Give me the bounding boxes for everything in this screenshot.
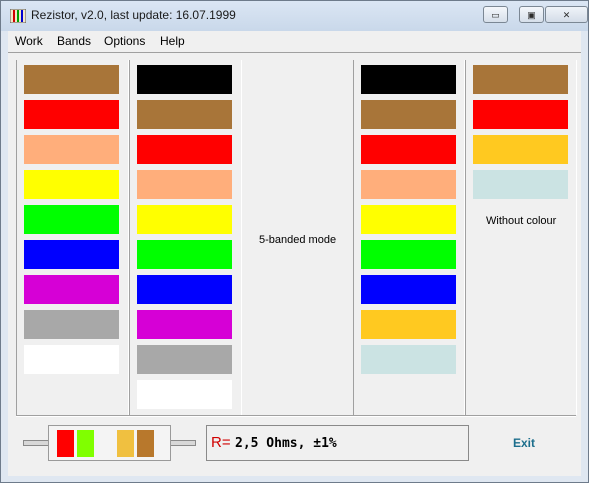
band1-colour-swatch[interactable] <box>24 170 119 199</box>
title-bar[interactable]: Rezistor, v2.0, last update: 16.07.1999 … <box>1 1 588 31</box>
resistor-lead-right <box>169 440 196 446</box>
resistor-band <box>137 430 154 457</box>
tolerance-colour-swatch[interactable] <box>473 65 568 94</box>
maximize-button[interactable]: ▣ <box>519 6 544 23</box>
exit-button[interactable]: Exit <box>513 436 535 450</box>
result-prefix: R= <box>211 434 231 451</box>
resistor-band <box>97 430 114 457</box>
multiplier-colour-swatch[interactable] <box>361 100 456 129</box>
resistor-band <box>77 430 94 457</box>
multiplier-colour-swatch[interactable] <box>361 170 456 199</box>
resistor-band <box>57 430 74 457</box>
tolerance-colour-swatch[interactable] <box>473 170 568 199</box>
band2-colour-swatch[interactable] <box>137 345 232 374</box>
band1-colour-swatch[interactable] <box>24 100 119 129</box>
close-button[interactable]: ✕ <box>545 6 588 23</box>
band2-colour-swatch[interactable] <box>137 240 232 269</box>
minimize-icon: ▭ <box>491 10 500 20</box>
multiplier-colour-swatch[interactable] <box>361 205 456 234</box>
menu-help[interactable]: Help <box>160 34 185 48</box>
band1-colour-swatch[interactable] <box>24 135 119 164</box>
window-title: Rezistor, v2.0, last update: 16.07.1999 <box>31 8 236 22</box>
multiplier-colour-swatch[interactable] <box>361 240 456 269</box>
band1-colour-swatch[interactable] <box>24 240 119 269</box>
multiplier-colour-swatch[interactable] <box>361 135 456 164</box>
band2-colour-swatch[interactable] <box>137 65 232 94</box>
band1-panel <box>16 60 129 415</box>
resistor-lead-left <box>23 440 50 446</box>
maximize-icon: ▣ <box>527 10 536 20</box>
menu-work[interactable]: Work <box>15 34 43 48</box>
band1-colour-swatch[interactable] <box>24 275 119 304</box>
band1-colour-swatch[interactable] <box>24 345 119 374</box>
band2-colour-swatch[interactable] <box>137 170 232 199</box>
menu-options[interactable]: Options <box>104 34 145 48</box>
app-window: Rezistor, v2.0, last update: 16.07.1999 … <box>0 0 589 483</box>
result-display: R= 2,5 Ohms, ±1% <box>206 425 469 461</box>
tolerance-colour-swatch[interactable] <box>473 100 568 129</box>
band1-colour-swatch[interactable] <box>24 65 119 94</box>
minimize-button[interactable]: ▭ <box>483 6 508 23</box>
band2-panel <box>129 60 242 415</box>
close-icon: ✕ <box>562 10 571 20</box>
resistor-app-icon <box>10 9 26 23</box>
separator <box>16 415 576 417</box>
tolerance-colour-swatch[interactable] <box>473 135 568 164</box>
result-value: 2,5 Ohms, ±1% <box>235 436 337 451</box>
multiplier-colour-swatch[interactable] <box>361 310 456 339</box>
mode-label: 5-banded mode <box>259 234 337 246</box>
band1-colour-swatch[interactable] <box>24 310 119 339</box>
multiplier-colour-swatch[interactable] <box>361 345 456 374</box>
menu-bands[interactable]: Bands <box>57 34 91 48</box>
resistor-band <box>117 430 134 457</box>
without-colour-label: Without colour <box>486 215 557 227</box>
band2-colour-swatch[interactable] <box>137 310 232 339</box>
band2-colour-swatch[interactable] <box>137 205 232 234</box>
tolerance-panel <box>465 60 577 415</box>
resistor-preview <box>48 425 171 461</box>
multiplier-colour-swatch[interactable] <box>361 65 456 94</box>
band2-colour-swatch[interactable] <box>137 100 232 129</box>
multiplier-colour-swatch[interactable] <box>361 275 456 304</box>
client-area: 5-banded mode Without colour R= 2,5 Ohms… <box>8 52 581 476</box>
menu-bar: Work Bands Options Help <box>8 31 581 52</box>
multiplier-panel <box>353 60 465 415</box>
band2-colour-swatch[interactable] <box>137 135 232 164</box>
band2-colour-swatch[interactable] <box>137 275 232 304</box>
band2-colour-swatch[interactable] <box>137 380 232 409</box>
band1-colour-swatch[interactable] <box>24 205 119 234</box>
